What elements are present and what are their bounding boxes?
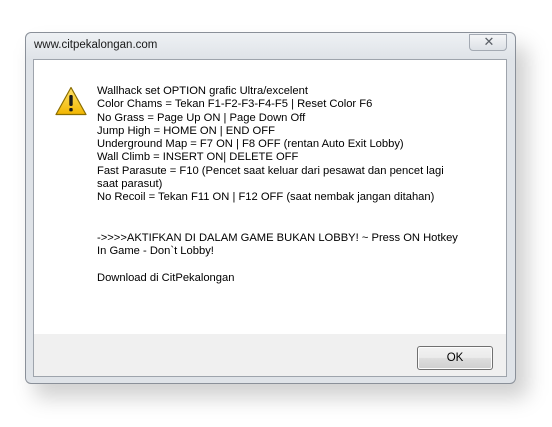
message-area: Wallhack set OPTION grafic Ultra/excelen… [34, 60, 506, 334]
dialog-client-area: Wallhack set OPTION grafic Ultra/excelen… [33, 59, 507, 377]
button-bar: OK [34, 334, 506, 376]
notice-line: ->>>>AKTIFKAN DI DALAM GAME BUKAN LOBBY!… [97, 231, 458, 244]
ok-button[interactable]: OK [417, 346, 493, 370]
screen: www.citpekalongan.com ✕ Wallhack set OPT… [0, 0, 552, 427]
warning-icon [55, 86, 87, 116]
download-text: Download di CitPekalongan [97, 272, 235, 285]
message-line: Wallhack set OPTION grafic Ultra/excelen… [97, 85, 308, 97]
message-line: Fast Parasute = F10 (Pencet saat keluar … [97, 164, 444, 177]
message-line: Jump High = HOME ON | END OFF [97, 124, 275, 137]
close-button[interactable]: ✕ [469, 34, 507, 51]
close-icon: ✕ [483, 35, 495, 50]
message-line: No Grass = Page Up ON | Page Down Off [97, 111, 306, 124]
notice-line: In Game - Don`t Lobby! [97, 244, 214, 257]
message-dialog: www.citpekalongan.com ✕ Wallhack set OPT… [25, 32, 516, 384]
message-line: No Recoil = Tekan F11 ON | F12 OFF (saat… [97, 191, 435, 204]
message-text: Wallhack set OPTION grafic Ultra/excelen… [97, 85, 497, 286]
message-line: Wall Climb = INSERT ON| DELETE OFF [97, 151, 299, 164]
title-bar[interactable]: www.citpekalongan.com ✕ [26, 33, 515, 59]
message-line: Color Chams = Tekan F1-F2-F3-F4-F5 | Res… [97, 98, 373, 111]
message-line: Underground Map = F7 ON | F8 OFF (rentan… [97, 138, 404, 151]
message-line: saat parasut) [97, 178, 163, 191]
window-title: www.citpekalongan.com [34, 39, 158, 51]
